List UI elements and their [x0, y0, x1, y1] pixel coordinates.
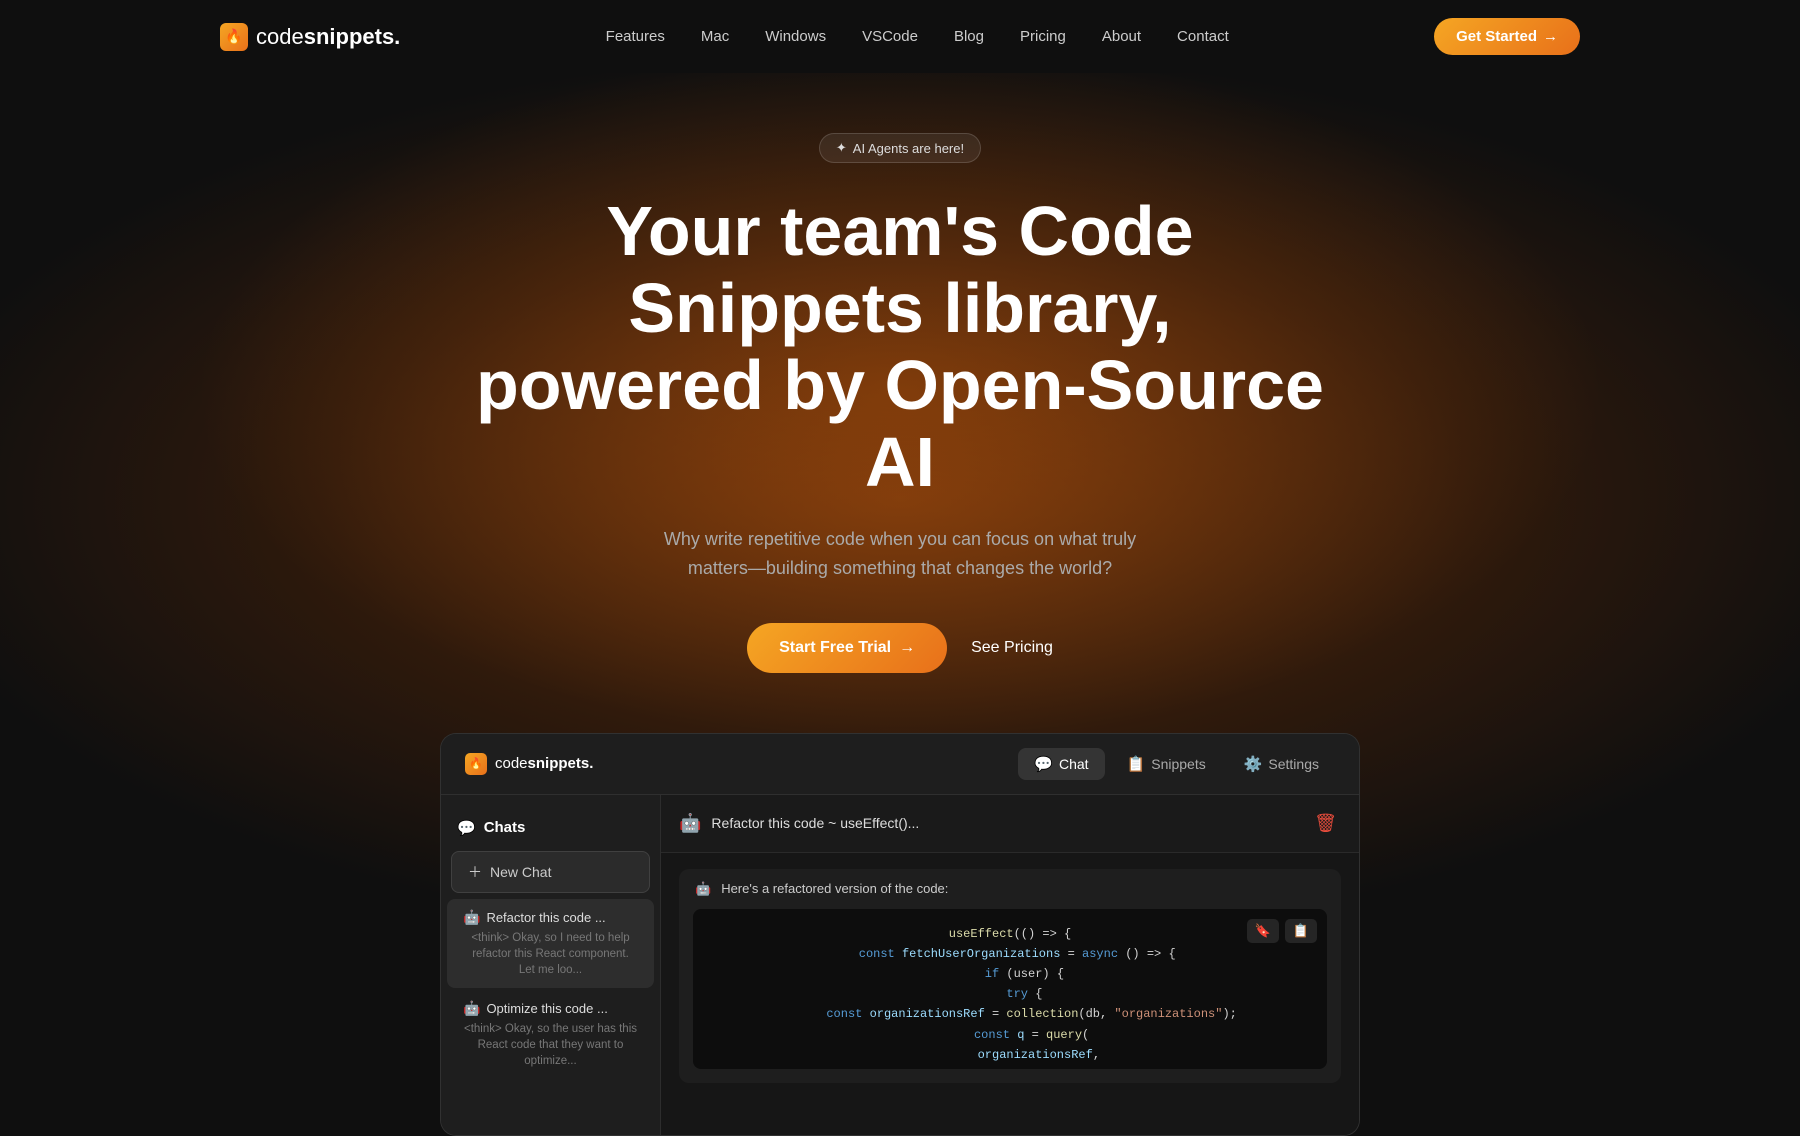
code-bookmark-button[interactable]: 🔖 — [1247, 919, 1279, 943]
logo-text: codesnippets. — [256, 24, 400, 50]
settings-tab-label: Settings — [1268, 756, 1319, 772]
app-logo-icon: 🔥 — [465, 753, 487, 775]
prompt-text: Refactor this code ~ useEffect()... — [711, 815, 919, 831]
chat-item-refactor[interactable]: 🤖 Refactor this code ... <think> Okay, s… — [447, 899, 654, 988]
app-header: 🔥 codesnippets. 💬 Chat 📋 Snippets ⚙️ Set… — [441, 734, 1359, 795]
chat-item-optimize[interactable]: 🤖 Optimize this code ... <think> Okay, s… — [447, 990, 654, 1079]
ai-badge[interactable]: ✦ AI Agents are here! — [819, 133, 981, 163]
code-line-8: where(`members.${user.id}`, "!=", null) — [709, 1066, 1311, 1069]
nav-link-about[interactable]: About — [1102, 28, 1141, 45]
code-line-7: organizationsRef, — [709, 1046, 1311, 1065]
navbar: 🔥 codesnippets. Features Mac Windows VSC… — [0, 0, 1800, 73]
code-block: 🔖 📋 useEffect(() => { const fetchUserOrg… — [693, 909, 1327, 1069]
tab-snippets[interactable]: 📋 Snippets — [1111, 748, 1222, 780]
app-sidebar: 💬 Chats ＋ New Chat 🤖 Refactor this code … — [441, 795, 661, 1135]
delete-icon: 🗑 — [1314, 813, 1337, 833]
delete-chat-button[interactable]: 🗑 — [1310, 809, 1341, 838]
ai-message-header: 🤖 Here's a refactored version of the cod… — [679, 869, 1341, 909]
hero-subtitle: Why write repetitive code when you can f… — [640, 525, 1160, 583]
snippets-tab-icon: 📋 — [1127, 755, 1146, 773]
nav-link-vscode[interactable]: VSCode — [862, 28, 918, 45]
nav-get-started-button[interactable]: Get Started → — [1434, 18, 1580, 55]
chat-prompt-text: 🤖 Refactor this code ~ useEffect()... — [679, 813, 919, 834]
code-line-2: const fetchUserOrganizations = async () … — [709, 945, 1311, 964]
see-pricing-button[interactable]: See Pricing — [971, 639, 1053, 657]
code-copy-button[interactable]: 📋 — [1285, 919, 1317, 943]
code-line-3: if (user) { — [709, 965, 1311, 984]
chats-icon: 💬 — [457, 819, 476, 837]
chat-item-icon: 🤖 — [463, 909, 480, 926]
nav-link-windows[interactable]: Windows — [765, 28, 826, 45]
app-main-chat: 🤖 Refactor this code ~ useEffect()... 🗑 … — [661, 795, 1359, 1135]
code-line-4: try { — [709, 985, 1311, 1004]
ai-response-text: Here's a refactored version of the code: — [721, 881, 948, 896]
hero-section: ✦ AI Agents are here! Your team's Code S… — [0, 73, 1800, 1136]
start-free-trial-button[interactable]: Start Free Trial → — [747, 623, 947, 673]
chats-label: Chats — [484, 819, 526, 836]
app-body: 💬 Chats ＋ New Chat 🤖 Refactor this code … — [441, 795, 1359, 1135]
chat-tab-icon: 💬 — [1034, 755, 1053, 773]
prompt-avatar-icon: 🤖 — [679, 813, 701, 834]
snippets-tab-label: Snippets — [1151, 756, 1205, 772]
chat-item-title: 🤖 Refactor this code ... — [463, 909, 638, 926]
code-line-5: const organizationsRef = collection(db, … — [709, 1005, 1311, 1024]
hero-title: Your team's Code Snippets library, power… — [450, 193, 1350, 501]
app-logo-text: codesnippets. — [495, 755, 593, 772]
tab-settings[interactable]: ⚙️ Settings — [1228, 748, 1335, 780]
logo-code: code — [256, 24, 304, 49]
app-preview: 🔥 codesnippets. 💬 Chat 📋 Snippets ⚙️ Set… — [440, 733, 1360, 1136]
chat-item-title-2: 🤖 Optimize this code ... — [463, 1000, 638, 1017]
app-logo: 🔥 codesnippets. — [465, 753, 593, 775]
ai-message: 🤖 Here's a refactored version of the cod… — [679, 869, 1341, 1083]
code-actions: 🔖 📋 — [1247, 919, 1317, 943]
nav-logo[interactable]: 🔥 codesnippets. — [220, 23, 400, 51]
new-chat-button[interactable]: ＋ New Chat — [451, 851, 650, 893]
new-chat-plus-icon: ＋ — [468, 862, 482, 882]
nav-link-contact[interactable]: Contact — [1177, 28, 1229, 45]
app-tabs: 💬 Chat 📋 Snippets ⚙️ Settings — [1018, 748, 1335, 780]
badge-text: AI Agents are here! — [853, 141, 964, 156]
nav-links: Features Mac Windows VSCode Blog Pricing… — [606, 28, 1229, 46]
code-line-6: const q = query( — [709, 1026, 1311, 1045]
hero-buttons: Start Free Trial → See Pricing — [20, 623, 1780, 673]
nav-link-mac[interactable]: Mac — [701, 28, 729, 45]
ai-avatar: 🤖 — [695, 881, 711, 897]
new-chat-label: New Chat — [490, 864, 551, 880]
nav-link-features[interactable]: Features — [606, 28, 665, 45]
logo-icon: 🔥 — [220, 23, 248, 51]
chat-prompt-bar: 🤖 Refactor this code ~ useEffect()... 🗑 — [661, 795, 1359, 853]
chat-item-preview-2: <think> Okay, so the user has this React… — [463, 1021, 638, 1069]
sidebar-chats-title: 💬 Chats — [441, 811, 660, 845]
nav-link-blog[interactable]: Blog — [954, 28, 984, 45]
settings-tab-icon: ⚙️ — [1244, 755, 1263, 773]
chat-messages: 🤖 Here's a refactored version of the cod… — [661, 853, 1359, 1135]
chat-tab-label: Chat — [1059, 756, 1089, 772]
chat-item-preview: <think> Okay, so I need to help refactor… — [463, 930, 638, 978]
code-line-1: useEffect(() => { — [709, 925, 1311, 944]
chat-item-icon-2: 🤖 — [463, 1000, 480, 1017]
tab-chat[interactable]: 💬 Chat — [1018, 748, 1104, 780]
logo-snippets: snippets. — [304, 24, 401, 49]
nav-link-pricing[interactable]: Pricing — [1020, 28, 1066, 45]
